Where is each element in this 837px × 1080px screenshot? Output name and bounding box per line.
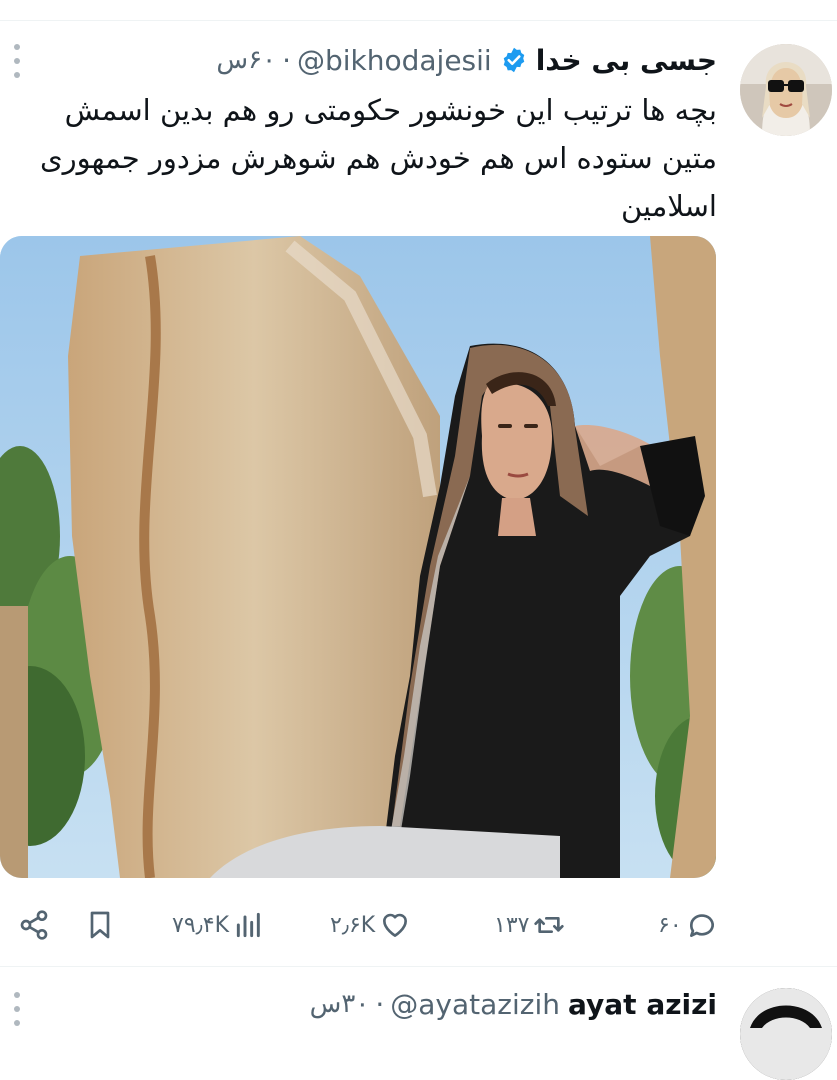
tweet-media-image[interactable] [0,236,716,878]
views-count: ۷۹٫۴K [172,912,230,938]
top-divider [0,20,837,21]
timestamp[interactable]: ۳۰س [310,989,370,1019]
retweet-button[interactable]: ۱۳۷ [494,900,565,950]
views-icon [236,912,260,938]
tweet-header: ayat azizi @ayatazizih · ۳۰س [310,984,717,1024]
views-button[interactable]: ۷۹٫۴K [172,900,265,950]
separator-dot: · [375,987,385,1021]
like-icon [383,913,408,937]
tweet-header: جسی بی خدا @bikhodajesii · ۶۰س [216,40,717,80]
reply-icon [689,914,714,937]
share-button[interactable] [18,900,50,950]
retweet-icon [534,917,565,933]
like-count: ۲٫۶K [330,912,376,938]
avatar[interactable] [740,988,832,1080]
verified-badge-icon [503,47,524,73]
more-options-icon[interactable] [12,44,22,78]
bookmark-icon [90,911,110,939]
like-button[interactable]: ۲٫۶K [330,900,411,950]
share-icon [20,910,48,940]
retweet-count: ۱۳۷ [494,912,530,938]
separator-dot: · [282,43,291,77]
tweet-actions: ۷۹٫۴K ۲٫۶K ۱۳۷ ۶۰ [0,900,837,950]
timestamp[interactable]: ۶۰س [216,45,276,75]
handle[interactable]: @bikhodajesii [297,44,492,77]
tweet-divider [0,966,837,967]
reply-count: ۶۰ [658,912,682,938]
display-name[interactable]: جسی بی خدا [536,44,717,77]
bookmark-button[interactable] [84,900,116,950]
handle[interactable]: @ayatazizih [390,988,560,1021]
display-name[interactable]: ayat azizi [568,988,717,1021]
reply-button[interactable]: ۶۰ [658,900,718,950]
tweet-text: بچه ها ترتیب این خونشور حکومتی رو هم بدی… [39,93,717,223]
more-options-icon[interactable] [12,992,22,1026]
avatar[interactable] [740,44,832,136]
